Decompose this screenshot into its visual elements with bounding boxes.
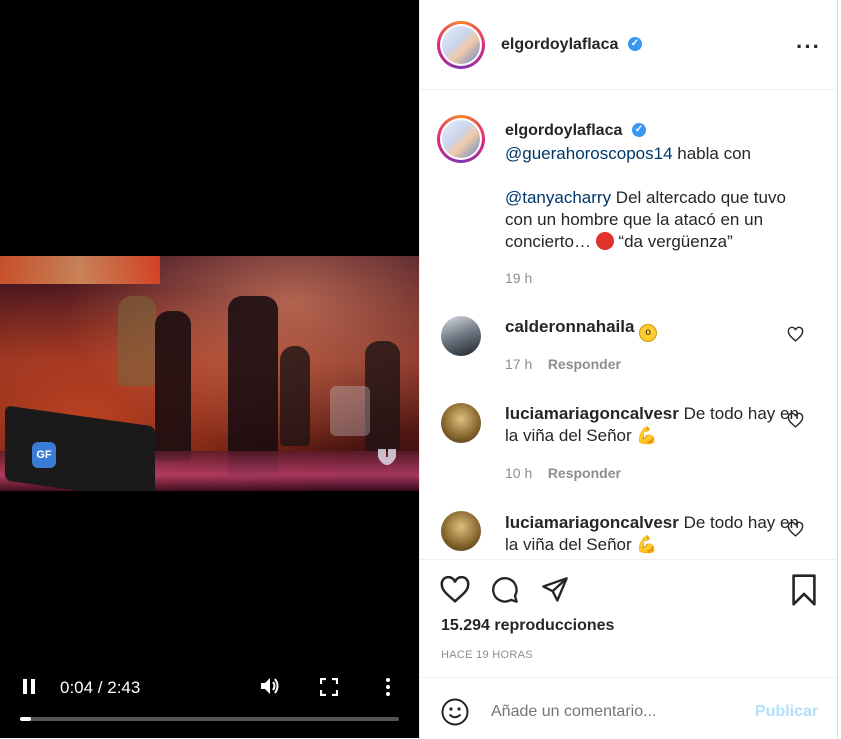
comment: calderonnahaila o (505, 316, 805, 342)
surprised-face-emoji-icon: o (639, 324, 658, 342)
stage-screen (0, 256, 160, 284)
action-bar (420, 559, 838, 606)
comment-username[interactable]: luciamariagoncalvesr (505, 404, 679, 423)
comment-meta: 10 h Responder (505, 465, 621, 481)
musician (365, 341, 400, 451)
comment-clip: luciamariagoncalvesr De todo hay en la v… (420, 500, 838, 559)
pause-icon[interactable] (22, 678, 36, 696)
verified-badge-icon: ✓ (628, 37, 642, 51)
fullscreen-icon[interactable] (320, 678, 338, 696)
mention-link[interactable]: @guerahoroscopos14 (505, 144, 673, 163)
like-comment-heart-icon[interactable] (787, 412, 804, 429)
comment-box: Publicar (420, 677, 838, 739)
performer-1 (155, 311, 191, 461)
reply-button[interactable]: Responder (548, 465, 621, 481)
video-frame[interactable]: GF (0, 256, 419, 491)
view-count[interactable]: 15.294 reproducciones (441, 617, 614, 635)
drum-kit (330, 386, 370, 436)
publish-button[interactable]: Publicar (755, 703, 818, 721)
performer-2 (228, 296, 278, 476)
progress-fill (20, 717, 32, 721)
post-panel: elgordoylaflaca ✓ ··· elgordoylaflaca ✓ … (419, 0, 838, 738)
reply-button[interactable]: Responder (548, 356, 621, 372)
post-header: elgordoylaflaca ✓ ··· (420, 0, 838, 90)
comment-avatar[interactable] (441, 511, 481, 551)
video-controls: 0:04 / 2:43 (0, 670, 419, 738)
musician (280, 346, 310, 446)
stage-speaker (5, 405, 155, 491)
comment-meta: 17 h Responder (505, 356, 621, 372)
share-icon[interactable] (540, 576, 570, 604)
comment: luciamariagoncalvesr De todo hay en la v… (505, 513, 799, 554)
window-edge (837, 0, 841, 738)
comment-avatar[interactable] (441, 316, 481, 356)
playback-time: 0:04 / 2:43 (60, 678, 141, 697)
comment: luciamariagoncalvesr De todo hay en la v… (505, 404, 799, 445)
comment-username[interactable]: luciamariagoncalvesr (505, 513, 679, 532)
comment-bubble-icon[interactable] (490, 576, 520, 604)
comment-avatar[interactable] (441, 403, 481, 443)
like-comment-heart-icon[interactable] (787, 326, 804, 343)
post-age[interactable]: HACE 19 HORAS (441, 649, 533, 661)
avatar[interactable] (437, 21, 485, 69)
volume-icon[interactable] (259, 676, 281, 696)
caption-text: @guerahoroscopos14 habla con @tanyacharr… (505, 144, 786, 251)
more-vertical-icon[interactable] (385, 677, 391, 697)
video-player[interactable]: GF 0:04 / 2:43 (0, 0, 419, 738)
more-options-icon[interactable]: ··· (796, 34, 821, 60)
like-heart-icon[interactable] (440, 576, 470, 604)
header-username[interactable]: elgordoylaflaca (501, 36, 618, 54)
save-bookmark-icon[interactable] (791, 574, 817, 606)
flexed-biceps-emoji-icon: 💪 (636, 535, 658, 554)
angry-face-emoji-icon (595, 232, 614, 250)
channel-logo: GF (32, 442, 56, 468)
comment-username[interactable]: calderonnahaila (505, 317, 634, 336)
univision-logo-icon (378, 449, 396, 465)
caption-timestamp[interactable]: 19 h (505, 270, 532, 286)
like-comment-heart-icon[interactable] (787, 521, 804, 538)
tuba-player (118, 296, 156, 386)
caption-avatar[interactable] (437, 115, 485, 163)
emoji-smiley-icon[interactable] (441, 698, 469, 726)
progress-bar[interactable] (20, 717, 399, 721)
comment-input[interactable] (491, 703, 711, 721)
mention-link[interactable]: @tanyacharry (505, 188, 611, 207)
verified-badge-icon: ✓ (632, 123, 646, 137)
caption-username[interactable]: elgordoylaflaca (505, 122, 622, 140)
flexed-biceps-emoji-icon: 💪 (636, 426, 658, 445)
